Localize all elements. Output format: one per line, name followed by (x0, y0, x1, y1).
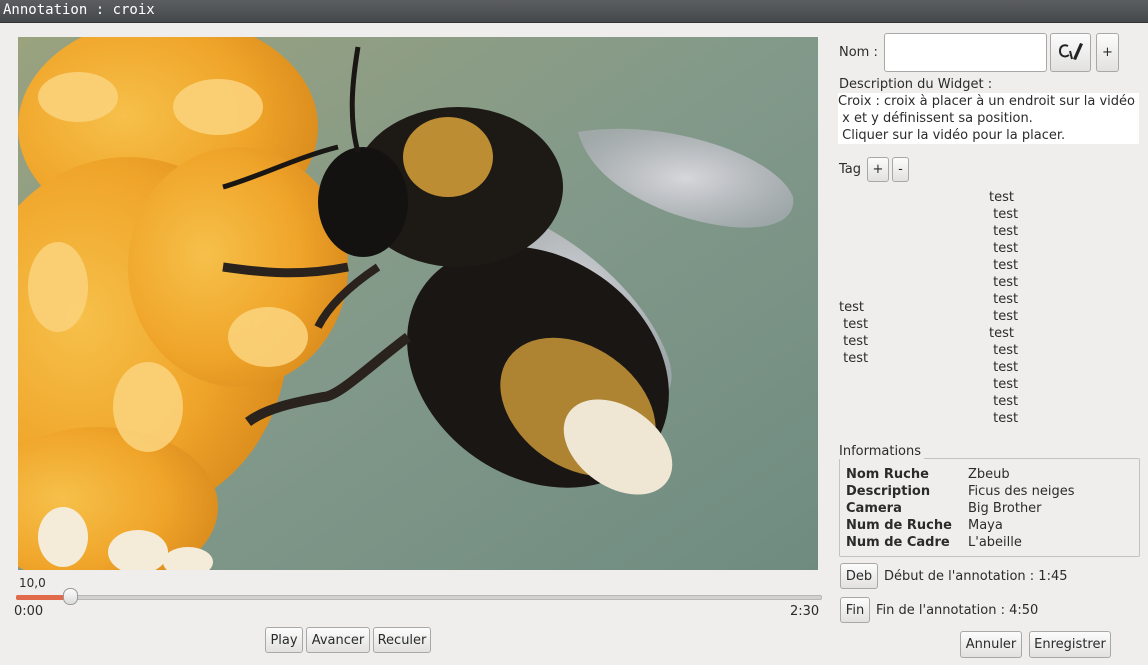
tag-label: Tag (839, 162, 862, 177)
add-tag-button[interactable]: + (867, 157, 889, 182)
informations-title: Informations (839, 444, 925, 459)
tag-item[interactable]: test (839, 334, 868, 349)
info-value: Big Brother (968, 501, 1042, 516)
tag-item[interactable]: test (989, 326, 1014, 341)
tag-item[interactable]: test (989, 343, 1018, 358)
tag-item[interactable]: test (989, 241, 1018, 256)
annotation-end-text: Fin de l'annotation : 4:50 (876, 603, 1039, 618)
forward-button[interactable]: Avancer (306, 627, 370, 653)
window-title: Annotation : croix (3, 2, 155, 18)
timeline-slider-handle[interactable] (63, 588, 78, 605)
tag-item[interactable]: test (989, 190, 1014, 205)
remove-tag-button[interactable]: - (892, 157, 909, 182)
pen-button[interactable] (1050, 33, 1091, 72)
info-value: L'abeille (968, 535, 1022, 550)
tag-item[interactable]: test (839, 317, 868, 332)
timeline-slider-track[interactable] (16, 595, 822, 600)
tag-item[interactable]: test (839, 351, 868, 366)
tag-item[interactable]: test (989, 411, 1018, 426)
description-box: Croix : croix à placer à un endroit sur … (838, 93, 1139, 144)
description-title: Description du Widget : (839, 77, 993, 92)
info-value: Ficus des neiges (968, 484, 1075, 499)
back-button[interactable]: Reculer (373, 627, 431, 653)
tag-item[interactable]: test (989, 394, 1018, 409)
add-name-button[interactable]: + (1096, 33, 1119, 72)
deb-button[interactable]: Deb (840, 563, 878, 589)
time-start-label: 0:00 (14, 604, 44, 619)
video-frame-image (18, 37, 818, 570)
cancel-button[interactable]: Annuler (960, 631, 1022, 658)
info-value: Zbeub (968, 467, 1010, 482)
name-input[interactable] (884, 33, 1047, 72)
tag-item[interactable]: test (989, 309, 1018, 324)
description-line: Cliquer sur la vidéo pour la placer. (838, 128, 1066, 143)
description-line: x et y définissent sa position. (838, 111, 1033, 126)
info-key: Description (846, 484, 931, 499)
info-key: Camera (846, 501, 902, 516)
play-button[interactable]: Play (265, 627, 303, 653)
info-value: Maya (968, 518, 1003, 533)
tag-item[interactable]: test (989, 292, 1018, 307)
save-button[interactable]: Enregistrer (1029, 631, 1111, 658)
window-titlebar: Annotation : croix (0, 0, 1148, 23)
description-line: Croix : croix à placer à un endroit sur … (838, 94, 1135, 109)
tag-item[interactable]: test (839, 300, 864, 315)
tag-item[interactable]: test (989, 207, 1018, 222)
tag-item[interactable]: test (989, 360, 1018, 375)
fin-button[interactable]: Fin (840, 597, 870, 623)
video-player[interactable] (18, 37, 818, 570)
info-key: Num de Cadre (846, 535, 950, 550)
slider-value: 10,0 (19, 576, 46, 590)
timeline-slider-fill (16, 595, 70, 600)
info-key: Num de Ruche (846, 518, 952, 533)
tag-item[interactable]: test (989, 275, 1018, 290)
tag-item[interactable]: test (989, 377, 1018, 392)
name-label: Nom : (839, 45, 878, 60)
annotation-start-text: Début de l'annotation : 1:45 (884, 569, 1068, 584)
tag-item[interactable]: test (989, 224, 1018, 239)
tag-item[interactable]: test (989, 258, 1018, 273)
time-end-label: 2:30 (790, 604, 820, 619)
pen-icon (1056, 37, 1086, 69)
info-key: Nom Ruche (846, 467, 929, 482)
informations-box: Nom Ruche Zbeub Description Ficus des ne… (839, 458, 1140, 557)
